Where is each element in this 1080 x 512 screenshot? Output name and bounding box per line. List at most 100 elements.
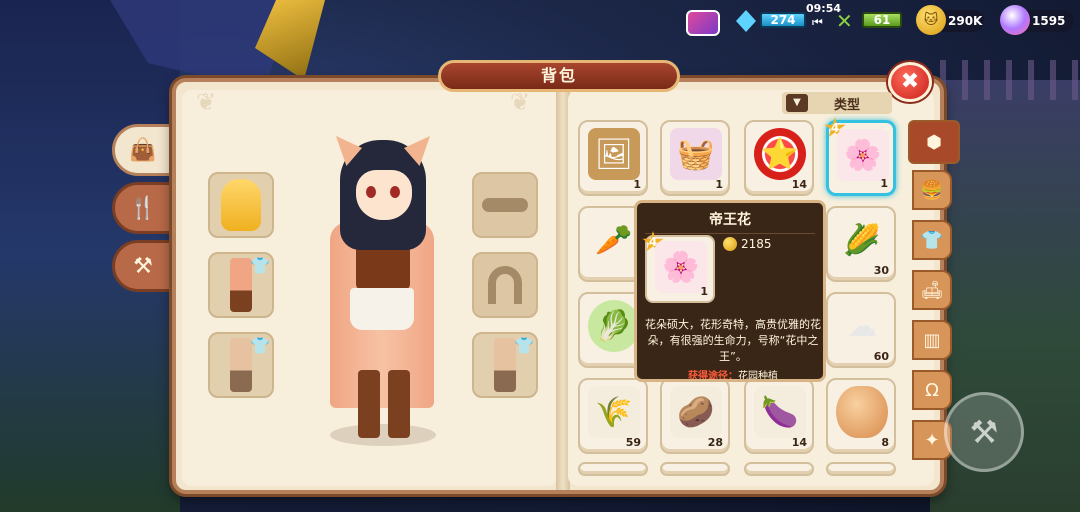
equip-slot-hair[interactable]	[208, 172, 274, 238]
type-filter-label: 类型	[834, 97, 861, 113]
type-tab-fence[interactable]: ▥	[912, 320, 952, 360]
equip-slot-outfit[interactable]: 👕	[208, 252, 274, 318]
build-hammer-button[interactable]: ⚒	[944, 392, 1024, 472]
background-fence	[940, 60, 1080, 100]
character-boot-left	[358, 370, 380, 438]
category-tab-food[interactable]: 🍴	[112, 182, 174, 234]
item-count: 1	[880, 177, 888, 190]
box-icon: ⬢	[926, 131, 942, 153]
wheat-icon: 🌾	[588, 386, 640, 438]
egg-icon	[836, 386, 888, 438]
character-shadow	[330, 424, 436, 446]
category-tab-tools[interactable]: ⚒	[112, 240, 174, 292]
carrot-icon: 🥕	[595, 222, 633, 258]
equip-slot-accessory[interactable]	[472, 252, 538, 318]
shirt-icon: 👕	[920, 229, 944, 251]
horseshoe-icon: Ω	[925, 379, 939, 401]
decorative-curl: ❦	[196, 88, 217, 116]
cabbage-icon: 🥬	[588, 300, 640, 352]
hair-icon	[221, 179, 261, 231]
gold-cat-icon: 🐱	[916, 5, 946, 35]
fence-icon: ▥	[923, 329, 941, 351]
character-eye-right	[390, 186, 400, 198]
character-skirt	[350, 288, 414, 330]
item-count: 1	[700, 285, 708, 298]
item-count: 1	[633, 178, 641, 191]
tooltip-title: 帝王花	[645, 209, 815, 234]
utensils-icon: 🍴	[129, 195, 157, 221]
outfit-icon	[494, 338, 516, 392]
outfit-icon	[230, 258, 252, 312]
tooltip-item-preview: 4 🌸 1	[642, 231, 715, 303]
item-corn[interactable]: 🌽 30	[826, 206, 896, 282]
item-picnic[interactable]: 🧺 1	[660, 120, 730, 196]
equip-slot-outfit-3[interactable]: 👕	[472, 332, 538, 398]
frame-icon: 🖼	[588, 128, 640, 180]
item-count: 14	[791, 178, 807, 191]
page-title: 背包	[438, 60, 680, 92]
category-tab-bag[interactable]: 👜	[112, 124, 174, 176]
shirt-icon: 👕	[514, 336, 534, 355]
decorative-curl: ❦	[510, 88, 531, 116]
item-egg[interactable]: 8	[826, 378, 896, 454]
tooltip-price: 2185	[723, 237, 772, 251]
energy-gem-icon	[736, 10, 756, 32]
item-count: 30	[873, 264, 889, 277]
eggplant-icon: 🍆	[754, 386, 806, 438]
coin-icon	[723, 237, 737, 251]
equip-slot-outfit-2[interactable]: 👕	[208, 332, 274, 398]
close-button[interactable]: ✖	[888, 62, 932, 102]
item-certificate[interactable]: 🖼 1	[578, 120, 648, 196]
burger-icon: 🍔	[920, 179, 944, 201]
gold-amount: 290K	[948, 14, 983, 28]
item-tooltip: 帝王花 4 🌸 1 2185 花朵硕大，花形奇特，高贵优雅的花朵，有很强的生命力…	[634, 200, 826, 382]
type-tab-furniture[interactable]: 🛋	[912, 270, 952, 310]
source-label: 获得途径：	[688, 371, 738, 379]
item-partial[interactable]	[660, 462, 730, 476]
peony-icon: 🌸	[837, 129, 889, 181]
source-value: 花园种植	[738, 371, 778, 379]
equip-slot-glasses[interactable]	[472, 172, 538, 238]
horseshoe-icon	[488, 266, 522, 304]
food-icon: ✕	[836, 9, 853, 33]
character-eye-left	[366, 186, 376, 198]
potato-icon: 🥔	[670, 386, 722, 438]
item-count: 14	[791, 436, 807, 449]
hammer-icon: ⚒	[969, 413, 999, 451]
item-peony[interactable]: 4 🌸 1	[824, 117, 896, 196]
badge-icon: ⭐	[754, 128, 806, 180]
glasses-icon	[482, 198, 528, 212]
tooltip-source: 获得途径：花园种植	[645, 367, 821, 379]
shirt-icon: 👕	[250, 256, 270, 275]
type-tab-clothes[interactable]: 👕	[912, 220, 952, 260]
item-potato-seed[interactable]: 🥔 28	[660, 378, 730, 454]
picnic-icon: 🧺	[670, 128, 722, 180]
item-eggplant-seed[interactable]: 🍆 14	[744, 378, 814, 454]
price-value: 2185	[741, 237, 772, 251]
item-partial[interactable]	[826, 462, 896, 476]
rewind-icon[interactable]: ⏮	[812, 15, 823, 30]
gold-counter[interactable]: 🐱 290K	[916, 5, 984, 36]
gem-counter[interactable]: 1595	[1000, 5, 1074, 36]
item-cotton[interactable]: ☁ 60	[826, 292, 896, 368]
corn-icon: 🌽	[843, 222, 881, 258]
type-filter-dropdown[interactable]: ▼ 类型	[782, 92, 892, 114]
tooltip-description: 花朵硕大，花形奇特，高贵优雅的花朵，有很强的生命力，号称“花中之王”。	[645, 318, 821, 363]
bag-icon: 👜	[129, 137, 157, 163]
type-tab-food[interactable]: 🍔	[912, 170, 952, 210]
item-wheat-seed[interactable]: 🌾 59	[578, 378, 648, 454]
chevron-down-icon: ▼	[786, 94, 808, 112]
outfit-icon	[230, 338, 252, 392]
gem-amount: 1595	[1032, 14, 1066, 28]
item-partial[interactable]	[744, 462, 814, 476]
item-count: 60	[873, 350, 889, 363]
gem-icon	[1000, 5, 1030, 35]
item-badge[interactable]: ⭐ 14	[744, 120, 814, 196]
item-count: 8	[881, 436, 889, 449]
type-tab-all[interactable]: ⬢	[908, 120, 960, 164]
item-count: 1	[715, 178, 723, 191]
item-partial[interactable]	[578, 462, 648, 476]
energy-icon	[686, 10, 720, 36]
type-tab-horseshoe[interactable]: Ω	[912, 370, 952, 410]
shirt-icon: 👕	[250, 336, 270, 355]
